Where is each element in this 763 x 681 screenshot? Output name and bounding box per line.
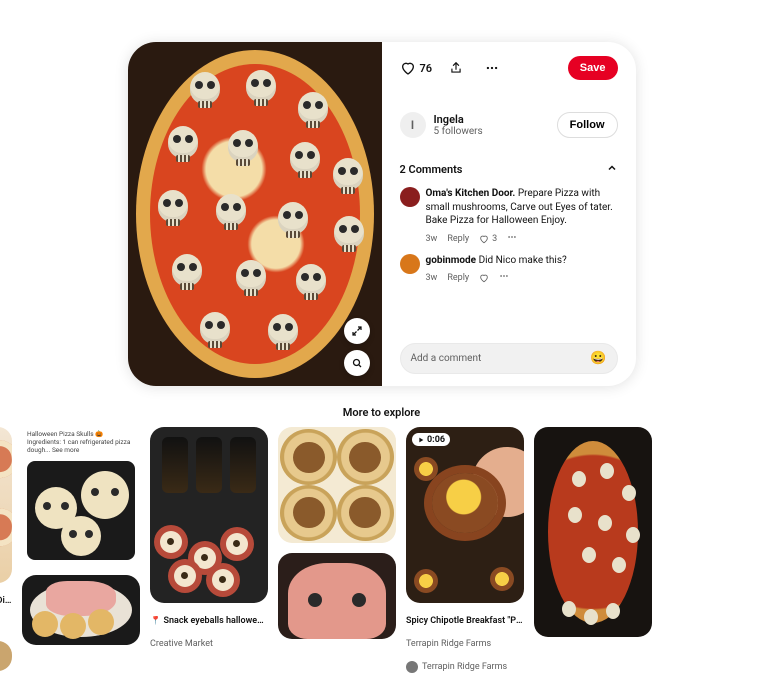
- commenter-avatar[interactable]: [400, 187, 420, 207]
- explore-thumb[interactable]: [150, 427, 268, 603]
- comment-reply[interactable]: Reply: [447, 233, 469, 245]
- visual-search-icon[interactable]: [344, 350, 370, 376]
- comments-count: 2 Comments: [400, 163, 463, 176]
- pizza-illustration: [128, 42, 382, 386]
- pin-actions: 76 Save: [400, 56, 618, 80]
- explore-thumb[interactable]: 0:06: [406, 427, 524, 603]
- comment-more-icon[interactable]: [499, 271, 509, 285]
- comment-reply[interactable]: Reply: [447, 272, 469, 284]
- pin-image[interactable]: [128, 42, 382, 386]
- emoji-icon[interactable]: 😀: [590, 351, 606, 366]
- share-icon[interactable]: [444, 56, 468, 80]
- comment-meta: 3w Reply 3: [426, 232, 618, 246]
- author-name[interactable]: Ingela: [434, 113, 483, 126]
- more-to-explore-header: More to explore: [0, 406, 763, 419]
- explore-title[interactable]: 97 Delectable Traditional Dishes...: [0, 596, 12, 607]
- explore-thumb[interactable]: Halloween Pizza Skulls 🎃 Ingredients: 1 …: [22, 427, 140, 565]
- author-row: I Ingela 5 followers Follow: [400, 112, 618, 138]
- explore-source[interactable]: Cool Tricks: [0, 619, 12, 631]
- follow-button[interactable]: Follow: [557, 112, 618, 138]
- author-avatar[interactable]: I: [400, 112, 426, 138]
- explore-source[interactable]: Creative Market: [150, 639, 268, 649]
- like-count: 76: [420, 62, 433, 75]
- author-followers: 5 followers: [434, 126, 483, 137]
- comment-item: gobinmode Did Nico make this? 3w Reply: [400, 254, 618, 286]
- comment-author[interactable]: Oma's Kitchen Door.: [426, 188, 516, 199]
- save-button[interactable]: Save: [568, 56, 618, 80]
- pin-card: 76 Save I Ingela 5 followers Follow 2 Co…: [128, 42, 636, 386]
- source-avatar: [406, 661, 418, 673]
- explore-source[interactable]: Terrapin Ridge Farms: [406, 639, 524, 649]
- chevron-up-icon[interactable]: [606, 162, 618, 177]
- explore-thumb[interactable]: [534, 427, 652, 637]
- explore-thumb[interactable]: [278, 553, 396, 639]
- expand-icon[interactable]: [344, 318, 370, 344]
- add-comment-placeholder: Add a comment: [411, 353, 482, 364]
- comment-like[interactable]: 3: [479, 233, 497, 245]
- explore-title[interactable]: 📍 Snack eyeballs halloween...: [150, 616, 268, 627]
- explore-thumb[interactable]: [0, 641, 12, 671]
- pin-details: 76 Save I Ingela 5 followers Follow 2 Co…: [382, 42, 636, 386]
- comment-meta: 3w Reply: [426, 271, 567, 285]
- comment-item: Oma's Kitchen Door. Prepare Pizza with s…: [400, 187, 618, 246]
- explore-title[interactable]: Spicy Chipotle Breakfast "Pigshots": [406, 616, 524, 627]
- comment-time: 3w: [426, 233, 438, 245]
- add-comment-input[interactable]: Add a comment 😀: [400, 343, 618, 374]
- comments-header[interactable]: 2 Comments: [400, 162, 618, 177]
- commenter-avatar[interactable]: [400, 254, 420, 274]
- comment-more-icon[interactable]: [507, 232, 517, 246]
- explore-grid: 97 Delectable Traditional Dishes... Cool…: [0, 427, 763, 673]
- duration-badge: 0:06: [412, 433, 450, 446]
- like-button[interactable]: 76: [400, 60, 433, 76]
- comment-like[interactable]: [479, 273, 489, 283]
- explore-thumb[interactable]: [22, 575, 140, 645]
- explore-thumb[interactable]: [0, 427, 12, 583]
- explore-source[interactable]: Terrapin Ridge Farms: [406, 661, 524, 673]
- more-icon[interactable]: [480, 56, 504, 80]
- comment-time: 3w: [426, 272, 438, 284]
- explore-thumb[interactable]: [278, 427, 396, 543]
- comment-text: Did Nico make this?: [479, 255, 567, 266]
- comment-author[interactable]: gobinmode: [426, 255, 477, 266]
